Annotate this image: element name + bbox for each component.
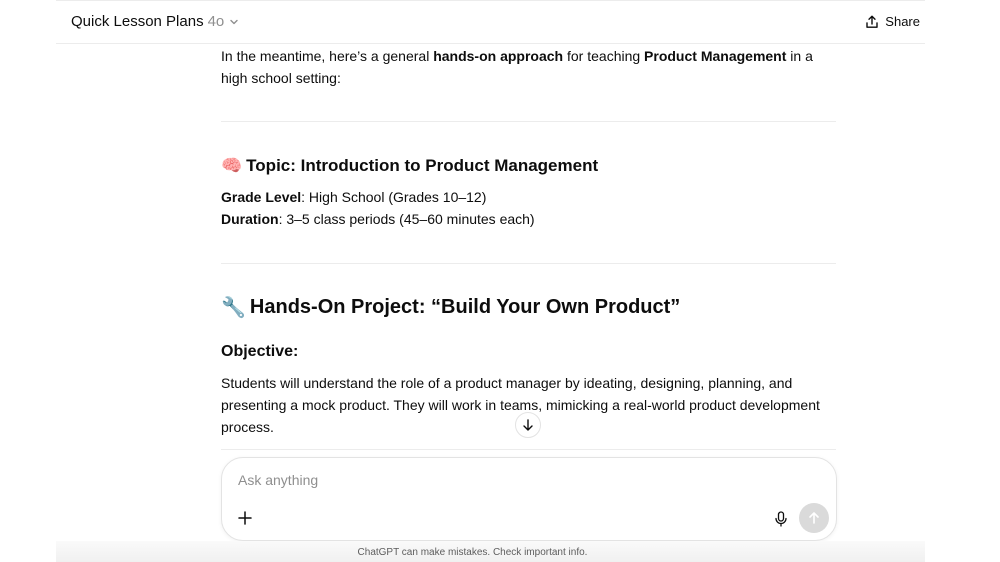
wrench-icon: 🔧 bbox=[221, 297, 246, 319]
top-bar: Quick Lesson Plans 4o Share bbox=[56, 2, 925, 44]
project-heading-text: Hands-On Project: “Build Your Own Produc… bbox=[249, 296, 681, 318]
project-heading: 🔧 Hands-On Project: “Build Your Own Prod… bbox=[221, 295, 680, 320]
send-button[interactable] bbox=[799, 503, 829, 533]
divider bbox=[221, 121, 836, 122]
share-label: Share bbox=[885, 14, 920, 29]
chat-title: Quick Lesson Plans bbox=[71, 13, 204, 30]
grade-level-value: : High School (Grades 10–12) bbox=[301, 189, 487, 205]
topic-heading: 🧠 Topic: Introduction to Product Managem… bbox=[221, 156, 598, 176]
arrow-up-icon bbox=[809, 512, 819, 524]
dictate-button[interactable] bbox=[772, 509, 790, 529]
intro-text: In the meantime, here’s a general bbox=[221, 48, 434, 64]
composer bbox=[221, 457, 837, 541]
intro-bold-approach: hands-on approach bbox=[433, 48, 564, 64]
arrow-down-icon bbox=[523, 419, 533, 431]
prompt-input[interactable] bbox=[238, 472, 758, 488]
intro-paragraph: In the meantime, here’s a general hands-… bbox=[221, 45, 836, 89]
brain-icon: 🧠 bbox=[221, 156, 243, 175]
microphone-icon bbox=[775, 511, 787, 527]
share-button[interactable]: Share bbox=[865, 14, 920, 29]
scroll-down-button[interactable] bbox=[515, 412, 541, 438]
model-label: 4o bbox=[207, 13, 225, 30]
chevron-down-icon bbox=[228, 16, 240, 28]
intro-text: for teaching bbox=[563, 48, 645, 64]
plus-icon bbox=[238, 511, 252, 525]
divider bbox=[221, 263, 836, 264]
attach-button[interactable] bbox=[235, 508, 255, 528]
objective-heading: Objective: bbox=[221, 343, 299, 360]
grade-level-label: Grade Level bbox=[221, 189, 302, 205]
model-switcher[interactable]: Quick Lesson Plans 4o bbox=[71, 13, 240, 30]
duration-value: : 3–5 class periods (45–60 minutes each) bbox=[278, 211, 535, 227]
divider bbox=[221, 449, 836, 450]
chat-app: Quick Lesson Plans 4o Share In the meant… bbox=[56, 0, 925, 562]
disclaimer: ChatGPT can make mistakes. Check importa… bbox=[357, 547, 588, 558]
share-icon bbox=[866, 15, 878, 28]
intro-bold-topic: Product Management bbox=[644, 48, 787, 64]
topic-heading-text: Topic: Introduction to Product Managemen… bbox=[246, 156, 599, 175]
grade-level: Grade Level: High School (Grades 10–12) bbox=[221, 186, 486, 208]
duration: Duration: 3–5 class periods (45–60 minut… bbox=[221, 208, 535, 230]
duration-label: Duration bbox=[221, 211, 279, 227]
